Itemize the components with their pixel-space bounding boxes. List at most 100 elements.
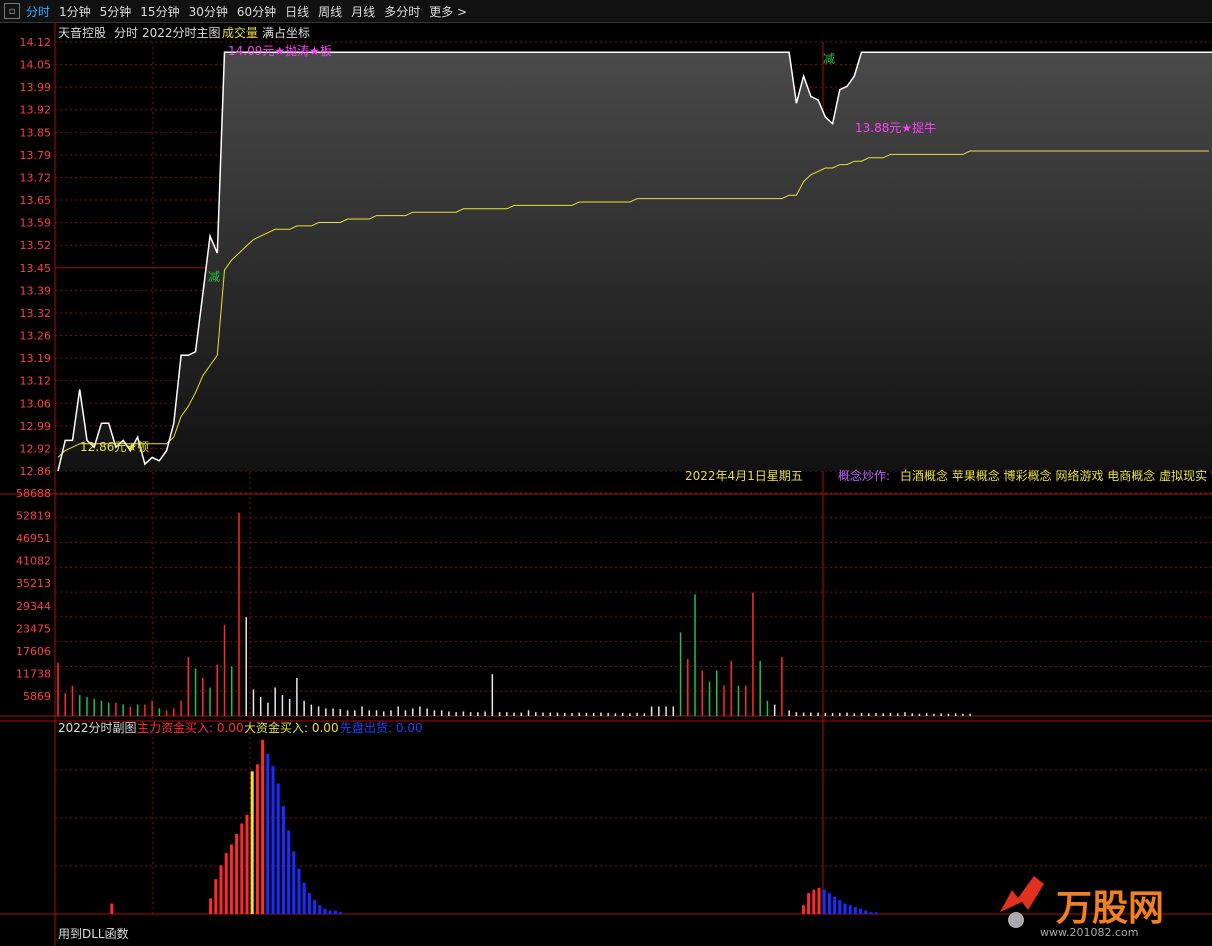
volume-tick-label: 23475 [16,622,51,635]
watermark-logo: 万股网 www.201082.com [1000,876,1164,939]
volume-tick-label: 46951 [16,532,51,545]
low-price-marker: 12.86元★顿 [80,440,149,454]
sub-chart-bar [874,912,878,914]
sub-chart-bar [250,771,254,914]
big-fund-in-label: 大资金买入: 0.00 [244,720,339,735]
sell-mark-2: 减 [823,52,835,66]
sub-chart-bar [859,908,863,914]
volume-tick-label: 58688 [16,487,51,500]
sub-chart-bar [271,766,275,914]
price-tick-label: 12.99 [20,420,52,433]
price-tick-label: 13.39 [20,284,52,297]
sub-chart-bar [219,865,223,914]
main-chart-name[interactable]: 2022分时主图 [142,26,221,40]
limit-up-marker: 14.09元★抛涛★板 [228,43,332,58]
sub-chart-bar [869,912,873,914]
sub-chart-bar [281,806,285,914]
volume-tick-label: 35213 [16,577,51,590]
price-tick-label: 12.92 [20,442,52,455]
price-tick-label: 13.79 [20,149,52,162]
volume-label: 成交量 [222,25,258,40]
tab-weekly[interactable]: 周线 [318,3,342,20]
dip-buy-marker: 13.88元★捉牛 [855,120,936,135]
sub-chart-bar [848,905,852,914]
price-tick-label: 14.12 [20,36,52,49]
tab-60min[interactable]: 60分钟 [237,3,276,20]
sub-chart-bar [328,910,332,914]
sub-chart-title[interactable]: 2022分时副图 [58,721,137,735]
sub-chart-bar [235,833,239,914]
price-tick-label: 13.72 [20,171,52,184]
sub-chart-bar [323,908,327,914]
concept-label: 概念炒作: [838,468,890,483]
coord-label[interactable]: 满占坐标 [262,25,310,40]
sub-chart-bar [313,900,317,914]
price-tick-label: 13.26 [20,330,52,343]
sub-chart-bar [807,893,811,914]
price-tick-label: 13.19 [20,352,52,365]
volume-tick-label: 17606 [16,645,51,658]
logo-coin-icon [1008,912,1024,928]
sub-chart-bar [843,903,847,914]
tab-1min[interactable]: 1分钟 [59,3,91,20]
sub-chart-bar [822,889,826,914]
logo-url: www.201082.com [1040,926,1138,939]
sub-chart-bar [261,740,265,914]
sub-chart-bar [110,903,114,914]
main-fund-in-label: 主力资金买入: 0.00 [137,720,244,735]
volume-tick-label: 29344 [16,600,51,613]
sub-chart-bar [297,868,301,914]
sub-chart-bar [838,900,842,914]
sub-chart-bar [864,910,868,914]
sub-chart-bar [245,814,249,914]
price-tick-label: 13.45 [20,262,52,275]
price-tick-label: 13.06 [20,397,52,410]
stock-name: 天音控股 [58,25,106,40]
sub-chart-bar [255,764,259,914]
view-label: 分时 [114,26,138,40]
tab-timeshare[interactable]: 分时 [26,3,50,20]
sub-chart-bar [812,889,816,914]
tab-daily[interactable]: 日线 [285,3,309,20]
price-tick-label: 12.86 [20,465,52,478]
volume-bars [57,512,971,716]
sub-chart-bar [287,830,291,914]
sub-chart-bar [307,893,311,914]
price-tick-label: 13.32 [20,307,52,320]
sub-chart-bar [827,893,831,914]
logo-text: 万股网 [1056,888,1164,929]
sub-chart-bar [318,905,322,914]
period-tab-bar: ▫ 分时 1分钟 5分钟 15分钟 30分钟 60分钟 日线 周线 月线 多分时… [0,0,1212,23]
sell-mark-1: 减 [208,270,220,284]
price-axis: 14.12 14.05 13.99 13.92 13.85 13.79 13.72 13.65… [20,36,52,478]
tab-30min[interactable]: 30分钟 [189,3,228,20]
sub-chart-bar [266,753,270,914]
tab-more[interactable]: 更多 > [429,3,467,20]
sub-chart-bar [276,783,280,914]
volume-tick-label: 5869 [23,690,51,703]
price-tick-label: 13.59 [20,217,52,230]
sub-chart-bar [209,898,213,914]
tab-monthly[interactable]: 月线 [351,3,375,20]
tab-multi-timeshare[interactable]: 多分时 [384,3,420,20]
timeshare-chart[interactable]: 14.12 14.05 13.99 13.92 13.85 13.79 13.72 13.65… [0,22,1212,946]
sub-chart-bar [801,905,805,914]
first-out-label: 先盘出货: 0.00 [340,720,423,735]
window-toggle-icon[interactable]: ▫ [4,3,20,19]
sub-chart-bar [833,896,837,914]
sub-chart-bar [224,853,228,914]
price-tick-label: 13.92 [20,104,52,117]
tab-15min[interactable]: 15分钟 [140,3,179,20]
sub-chart-bars [110,740,878,914]
footer-dll-note: 用到DLL函数 [58,926,129,941]
price-tick-label: 13.85 [20,126,52,139]
tab-5min[interactable]: 5分钟 [100,3,132,20]
price-tick-label: 14.05 [20,59,52,72]
price-tick-label: 13.12 [20,375,52,388]
price-tick-label: 13.99 [20,81,52,94]
volume-tick-label: 41082 [16,555,51,568]
sub-chart-bar [333,910,337,914]
sub-chart-bar [240,823,244,914]
volume-tick-label: 52819 [16,510,51,523]
date-label: 2022年4月1日星期五 [685,469,803,483]
